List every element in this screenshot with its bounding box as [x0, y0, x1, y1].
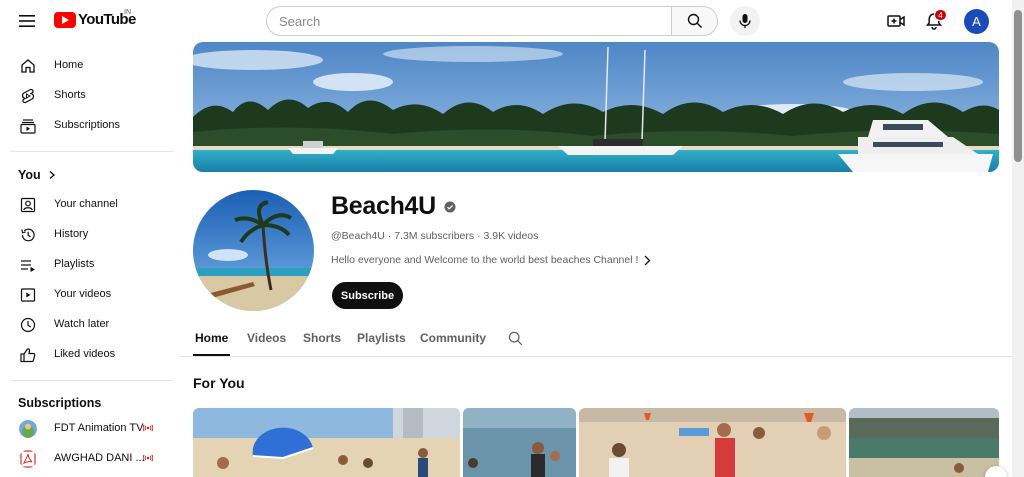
live-broadcast-icon	[143, 454, 153, 462]
sidebar-item-history[interactable]: History	[10, 220, 174, 250]
youtube-logo[interactable]: YouTube IN	[54, 9, 136, 28]
sidebar-divider	[10, 380, 173, 381]
you-heading-label: You	[18, 168, 41, 182]
subscriber-count: 7.3M subscribers	[394, 230, 475, 242]
video-thumbnail[interactable]	[849, 408, 999, 477]
subscribe-button[interactable]: Subscribe	[332, 282, 403, 309]
subscription-item-awghad-dani[interactable]: AWGHAD DANI ...	[10, 444, 174, 474]
chevron-right-icon[interactable]	[642, 254, 652, 267]
search-icon	[687, 13, 702, 28]
create-video-icon[interactable]	[886, 11, 906, 31]
chevron-right-icon	[49, 171, 55, 179]
sidebar-item-watch-later[interactable]: Watch later	[10, 310, 174, 340]
subscription-label: AWGHAD DANI ...	[54, 452, 145, 464]
channel-meta: @Beach4U · 7.3M subscribers · 3.9K video…	[331, 230, 538, 242]
video-thumbnail[interactable]	[193, 408, 460, 477]
history-icon	[21, 228, 35, 242]
menu-icon[interactable]	[17, 11, 37, 31]
your-videos-icon	[20, 288, 36, 302]
channel-avatar-icon	[19, 420, 37, 438]
verified-badge-icon	[444, 201, 456, 213]
subscription-label: FDT Animation TV	[54, 422, 144, 434]
sidebar-item-label: Watch later	[54, 318, 110, 330]
video-thumbnail[interactable]	[463, 408, 576, 477]
sidebar-item-label: Shorts	[54, 89, 86, 101]
scrollbar-thumb[interactable]	[1014, 10, 1022, 162]
thumbs-up-icon	[20, 348, 36, 363]
tab-videos[interactable]: Videos	[247, 331, 286, 345]
sidebar-item-label: Your videos	[54, 288, 112, 300]
tab-home[interactable]: Home	[195, 331, 228, 345]
tab-community[interactable]: Community	[420, 331, 486, 345]
subscription-item-fdt-animation-tv[interactable]: FDT Animation TV	[10, 414, 174, 444]
sidebar-item-your-videos[interactable]: Your videos	[10, 280, 174, 310]
search-bar	[266, 6, 718, 36]
tab-playlists[interactable]: Playlists	[357, 331, 406, 345]
youtube-play-icon	[54, 11, 76, 28]
voice-search-button[interactable]	[730, 6, 760, 36]
sidebar-item-shorts[interactable]: Shorts	[10, 81, 174, 111]
channel-banner	[193, 42, 999, 172]
search-button[interactable]	[671, 6, 718, 36]
sidebar: Home Shorts Subscriptions You Your chann…	[0, 42, 180, 477]
sidebar-item-label: Your channel	[54, 198, 118, 210]
channel-avatar[interactable]	[193, 190, 314, 311]
sidebar-divider	[10, 151, 173, 152]
carousel-next-button[interactable]	[985, 466, 1007, 477]
sidebar-item-label: History	[54, 228, 89, 240]
subscriptions-heading: Subscriptions	[18, 396, 102, 410]
sidebar-item-label: Home	[54, 59, 84, 71]
tabs-divider	[180, 356, 1012, 357]
video-thumbnail[interactable]	[579, 408, 846, 477]
sidebar-item-your-channel[interactable]: Your channel	[10, 190, 174, 220]
tab-shorts[interactable]: Shorts	[303, 331, 341, 345]
sidebar-item-label: Playlists	[54, 258, 95, 270]
channel-handle: @Beach4U	[331, 230, 385, 242]
sidebar-item-playlists[interactable]: Playlists	[10, 250, 174, 280]
notification-count-badge: 4	[934, 9, 947, 21]
channel-name: Beach4U	[331, 192, 436, 220]
country-code: IN	[124, 9, 131, 16]
sidebar-item-label: Liked videos	[54, 348, 116, 360]
home-icon	[21, 59, 35, 73]
sidebar-you-heading[interactable]: You	[18, 168, 57, 182]
sidebar-item-liked-videos[interactable]: Liked videos	[10, 340, 174, 370]
top-bar: YouTube IN 4 A	[0, 0, 1024, 42]
account-avatar[interactable]: A	[964, 9, 989, 34]
section-title: For You	[193, 375, 245, 391]
video-count: 3.9K videos	[483, 230, 539, 242]
microphone-icon	[739, 14, 751, 28]
meta-separator: ·	[477, 230, 481, 242]
shorts-icon	[21, 88, 35, 104]
channel-description[interactable]: Hello everyone and Welcome to the world …	[331, 254, 638, 266]
playlists-icon	[21, 260, 35, 272]
meta-separator: ·	[387, 230, 392, 242]
live-broadcast-icon	[143, 424, 153, 432]
your-channel-icon	[20, 197, 36, 213]
pdf-channel-avatar-icon	[20, 450, 36, 468]
sidebar-item-home[interactable]: Home	[10, 51, 174, 81]
search-input[interactable]	[266, 6, 671, 36]
channel-search-icon[interactable]	[508, 331, 523, 346]
sidebar-item-subscriptions[interactable]: Subscriptions	[10, 111, 174, 141]
subscriptions-icon	[20, 119, 36, 134]
watch-later-icon	[20, 317, 36, 333]
sidebar-item-label: Subscriptions	[54, 119, 121, 131]
